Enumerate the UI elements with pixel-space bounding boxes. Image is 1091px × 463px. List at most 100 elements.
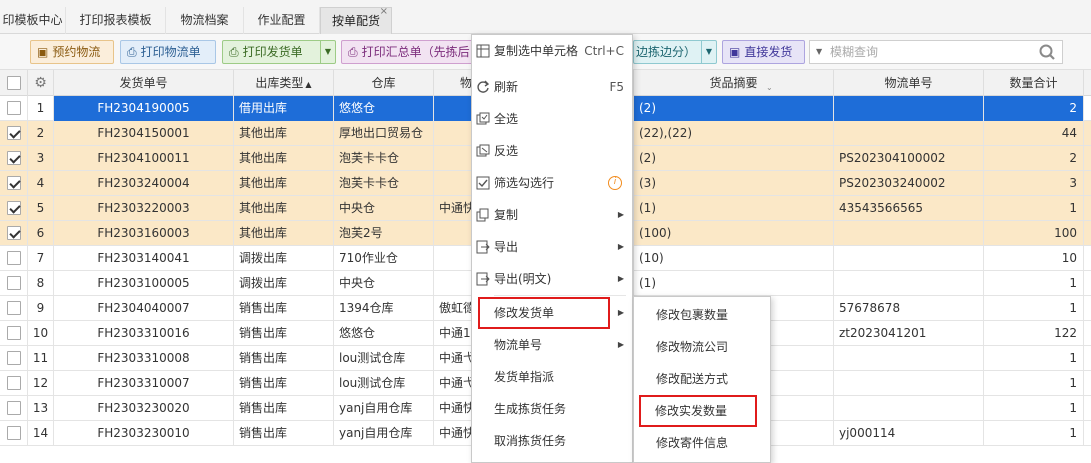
cell-goods-summary[interactable]: (1) — [634, 196, 834, 221]
menu-item-0[interactable]: 复制选中单元格 Ctrl+C — [472, 35, 632, 67]
cell-out-type[interactable]: 调拨出库 — [234, 271, 334, 296]
col-out-type[interactable]: 出库类型 ▲ — [234, 70, 334, 96]
print-summary-button[interactable]: ⎙ 打印汇总单（先拣后 — [341, 40, 473, 64]
cell-qty-total[interactable]: 1 — [984, 396, 1084, 421]
cell-qty-total[interactable]: 100 — [984, 221, 1084, 246]
col-warehouse[interactable]: 仓库 — [334, 70, 434, 96]
cell-qty-total[interactable]: 2 — [984, 96, 1084, 121]
gear-icon[interactable]: ⚙ — [34, 75, 47, 91]
cell-goods-summary[interactable]: (1) — [634, 271, 834, 296]
reserve-logistics-button[interactable]: ▣ 预约物流 — [30, 40, 114, 64]
row-checkbox[interactable] — [7, 151, 21, 165]
cell-warehouse[interactable]: 泡芙2号 — [334, 221, 434, 246]
cell-out-type[interactable]: 其他出库 — [234, 221, 334, 246]
cell-delivery-no[interactable]: FH2303140041 — [54, 246, 234, 271]
row-checkbox[interactable] — [7, 251, 21, 265]
submenu-item-3[interactable]: 修改实发数量 — [639, 395, 757, 427]
cell-tracking-no[interactable] — [834, 221, 984, 246]
cell-tracking-no[interactable] — [834, 396, 984, 421]
cell-warehouse[interactable]: lou测试仓库 — [334, 371, 434, 396]
row-checkbox[interactable] — [7, 326, 21, 340]
cell-qty-total[interactable]: 122 — [984, 321, 1084, 346]
select-all-checkbox[interactable] — [7, 76, 21, 90]
cell-tracking-no[interactable]: yj000114 — [834, 421, 984, 446]
cell-warehouse[interactable]: 中央仓 — [334, 196, 434, 221]
chevron-down-icon[interactable]: ⌄ — [766, 83, 773, 93]
cell-delivery-no[interactable]: FH2303100005 — [54, 271, 234, 296]
tab-job-config[interactable]: 作业配置 — [244, 7, 320, 34]
cell-tracking-no[interactable]: zt2023041201 — [834, 321, 984, 346]
search-input[interactable] — [830, 42, 1030, 62]
row-checkbox[interactable] — [7, 126, 21, 140]
cell-tracking-no[interactable] — [834, 96, 984, 121]
cell-qty-total[interactable]: 1 — [984, 421, 1084, 446]
cell-qty-total[interactable]: 1 — [984, 271, 1084, 296]
submenu-item-1[interactable]: 修改物流公司 — [634, 331, 770, 363]
cell-qty-total[interactable]: 10 — [984, 246, 1084, 271]
cell-delivery-no[interactable]: FH2304040007 — [54, 296, 234, 321]
cell-delivery-no[interactable]: FH2303160003 — [54, 221, 234, 246]
cell-warehouse[interactable]: yanj自用仓库 — [334, 421, 434, 446]
info-icon[interactable]: i — [608, 176, 622, 190]
search-icon[interactable] — [1038, 42, 1056, 62]
menu-item-7[interactable]: 导出(明文) ▶ — [472, 263, 632, 295]
cell-tracking-no[interactable]: 57678678 — [834, 296, 984, 321]
row-checkbox[interactable] — [7, 351, 21, 365]
direct-ship-button[interactable]: ▣ 直接发货 — [722, 40, 805, 64]
cell-out-type[interactable]: 销售出库 — [234, 396, 334, 421]
cell-qty-total[interactable]: 44 — [984, 121, 1084, 146]
tab-print-report-template[interactable]: 打印报表模板 — [66, 7, 166, 34]
menu-item-4[interactable]: 筛选勾选行 i — [472, 167, 632, 199]
col-tracking-no[interactable]: 物流单号 — [834, 70, 984, 96]
cell-out-type[interactable]: 借用出库 — [234, 96, 334, 121]
cell-tracking-no[interactable] — [834, 246, 984, 271]
print-delivery-button[interactable]: ⎙ 打印发货单 ▼ — [222, 40, 336, 64]
cell-warehouse[interactable]: 悠悠仓 — [334, 96, 434, 121]
cell-tracking-no[interactable] — [834, 271, 984, 296]
col-delivery-no[interactable]: 发货单号 — [54, 70, 234, 96]
menu-item-8[interactable]: 修改发货单 ▶ — [478, 297, 624, 329]
cell-warehouse[interactable]: 710作业仓 — [334, 246, 434, 271]
cell-goods-summary[interactable]: (22),(22) — [634, 121, 834, 146]
cell-qty-total[interactable]: 1 — [984, 371, 1084, 396]
col-qty-total[interactable]: 数量合计 — [984, 70, 1084, 96]
cell-goods-summary[interactable]: (10) — [634, 246, 834, 271]
row-checkbox[interactable] — [7, 301, 21, 315]
cell-out-type[interactable]: 其他出库 — [234, 171, 334, 196]
cell-tracking-no[interactable]: PS202303240002 — [834, 171, 984, 196]
menu-item-5[interactable]: 复制 ▶ — [472, 199, 632, 231]
cell-delivery-no[interactable]: FH2303220003 — [54, 196, 234, 221]
cell-delivery-no[interactable]: FH2304100011 — [54, 146, 234, 171]
cell-qty-total[interactable]: 1 — [984, 296, 1084, 321]
cell-out-type[interactable]: 销售出库 — [234, 296, 334, 321]
cell-delivery-no[interactable]: FH2303310016 — [54, 321, 234, 346]
menu-item-10[interactable]: 发货单指派 — [472, 361, 632, 393]
cell-qty-total[interactable]: 3 — [984, 171, 1084, 196]
cell-tracking-no[interactable] — [834, 346, 984, 371]
cell-tracking-no[interactable]: PS202304100002 — [834, 146, 984, 171]
cell-qty-total[interactable]: 1 — [984, 196, 1084, 221]
cell-out-type[interactable]: 销售出库 — [234, 346, 334, 371]
row-checkbox[interactable] — [7, 101, 21, 115]
tab-order-picking[interactable]: 按单配货 × — [320, 6, 392, 34]
print-logistics-button[interactable]: ⎙ 打印物流单 — [120, 40, 216, 64]
cell-goods-summary[interactable]: (100) — [634, 221, 834, 246]
menu-item-9[interactable]: 物流单号 ▶ — [472, 329, 632, 361]
cell-warehouse[interactable]: 悠悠仓 — [334, 321, 434, 346]
col-goods-summary[interactable]: 货品摘要 ⌄ — [634, 70, 834, 96]
cell-delivery-no[interactable]: FH2303310007 — [54, 371, 234, 396]
cell-warehouse[interactable]: 1394仓库 — [334, 296, 434, 321]
cell-warehouse[interactable]: lou测试仓库 — [334, 346, 434, 371]
cell-qty-total[interactable]: 1 — [984, 346, 1084, 371]
menu-item-2[interactable]: 全选 — [472, 103, 632, 135]
row-checkbox[interactable] — [7, 401, 21, 415]
row-checkbox[interactable] — [7, 426, 21, 440]
submenu-item-2[interactable]: 修改配送方式 — [634, 363, 770, 395]
cell-delivery-no[interactable]: FH2304190005 — [54, 96, 234, 121]
row-checkbox[interactable] — [7, 201, 21, 215]
cell-tracking-no[interactable] — [834, 371, 984, 396]
chevron-down-icon[interactable]: ▼ — [701, 41, 716, 63]
cell-warehouse[interactable]: 厚地出口贸易仓 — [334, 121, 434, 146]
cell-delivery-no[interactable]: FH2303230010 — [54, 421, 234, 446]
cell-delivery-no[interactable]: FH2304150001 — [54, 121, 234, 146]
